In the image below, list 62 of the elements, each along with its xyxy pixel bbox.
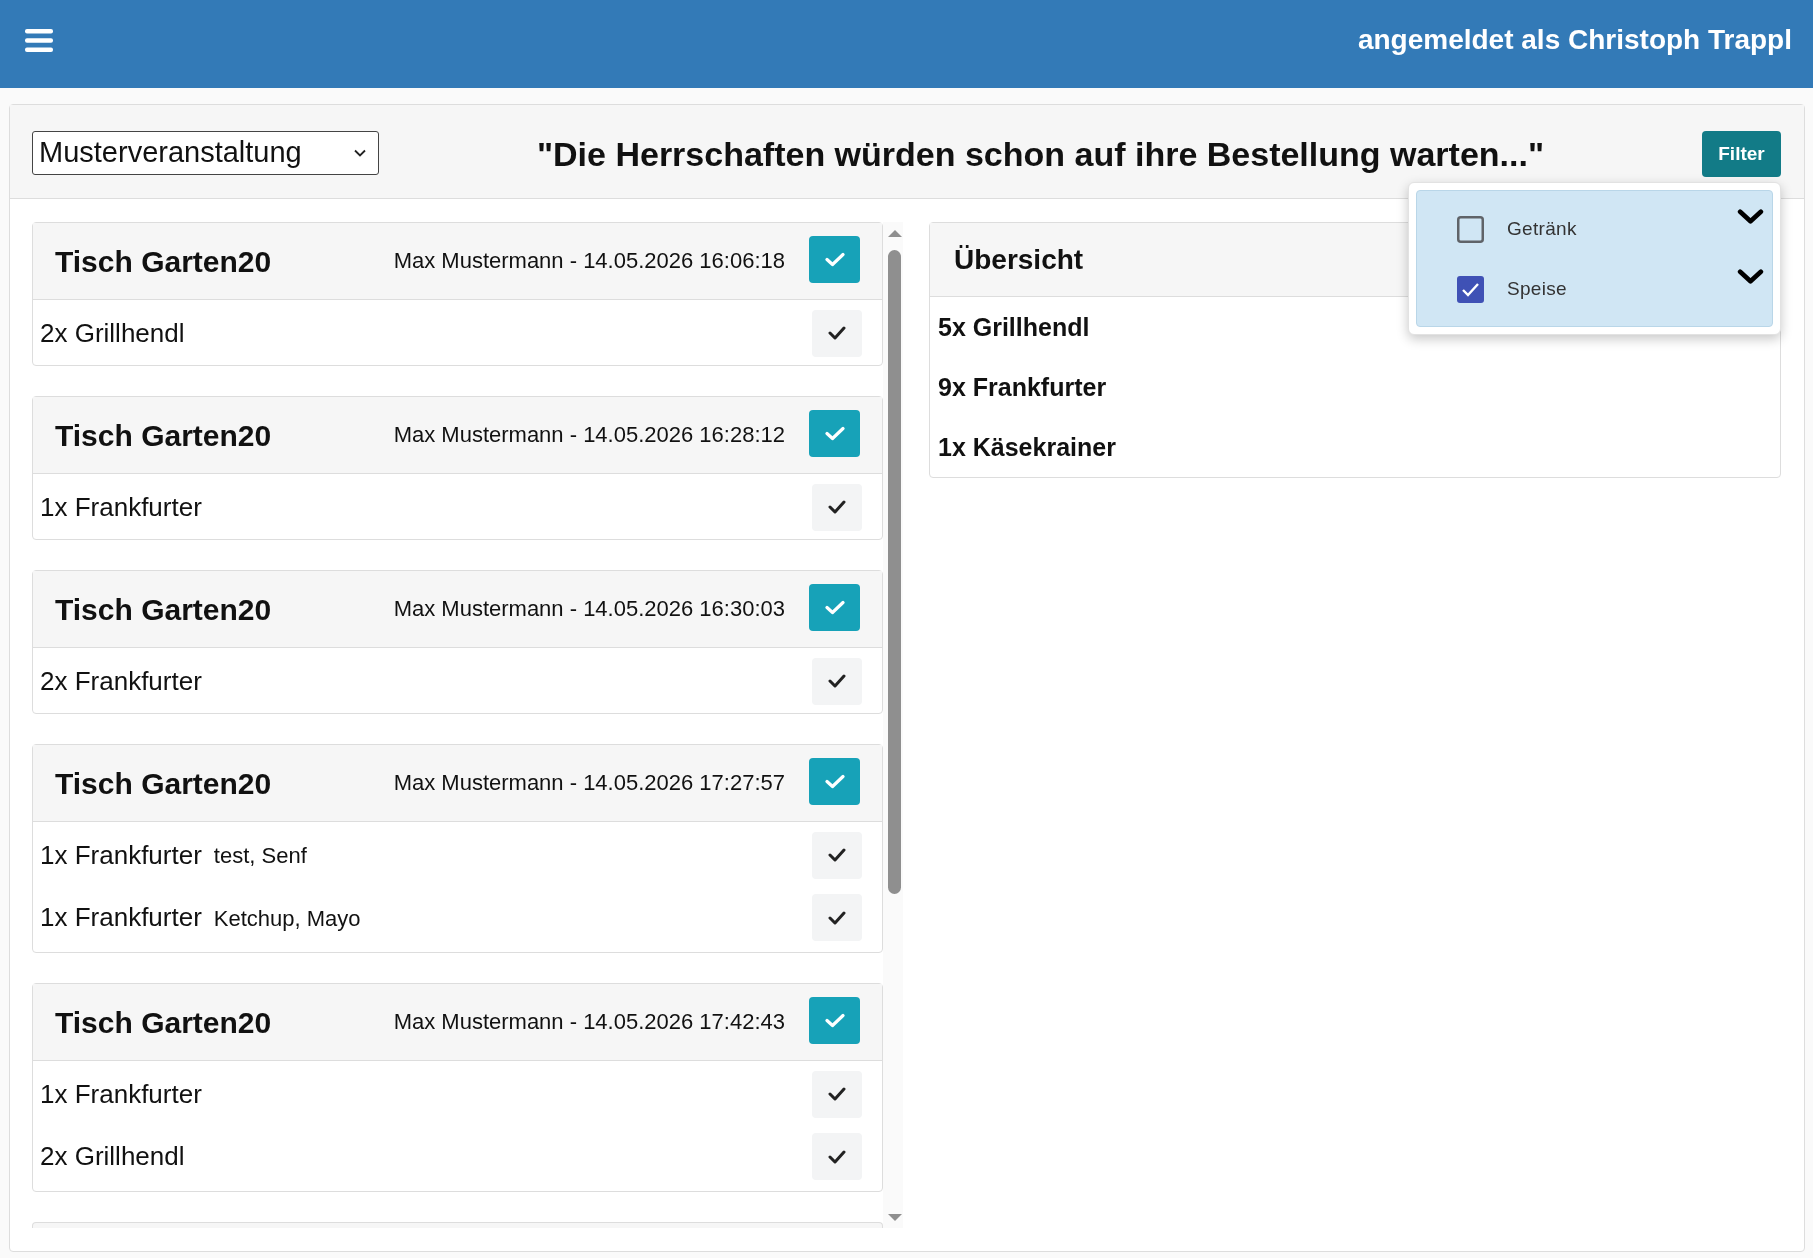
order-meta: Max Mustermann - 14.05.2026 16:28:12 (393, 422, 785, 448)
filter-button[interactable]: Filter (1702, 131, 1781, 177)
check-icon (828, 1087, 846, 1101)
menu-icon[interactable] (25, 28, 53, 52)
item-name: 1x Frankfurter (40, 1078, 202, 1110)
check-icon (828, 910, 846, 925)
checkbox[interactable] (1457, 275, 1484, 303)
item-note: Ketchup, Mayo (213, 905, 361, 932)
overview-item: 9x Frankfurter (938, 372, 1107, 402)
order-done-button[interactable] (809, 235, 860, 283)
item-done-button[interactable] (812, 1070, 862, 1118)
order-meta: Max Mustermann - 14.05.2026 16:30:03 (393, 596, 785, 622)
order-done-button[interactable] (809, 583, 860, 631)
order-done-button[interactable] (809, 757, 860, 805)
check-icon (828, 848, 846, 862)
check-icon (828, 1149, 846, 1164)
check-icon (828, 500, 846, 514)
item-done-button[interactable] (812, 894, 862, 941)
table-name: Tisch Garten20 (55, 593, 272, 627)
item-note: test, Senf (213, 843, 307, 869)
checkbox[interactable] (1457, 215, 1484, 243)
item-done-button[interactable] (812, 309, 862, 357)
page-title: "Die Herrschaften würden schon auf ihre Bestellung warten..." (536, 135, 1545, 174)
item-name: 1x Frankfurter (40, 902, 202, 933)
scroll-down-icon[interactable] (887, 1214, 902, 1222)
order-meta: Max Mustermann - 14.05.2026 17:27:57 (393, 770, 785, 796)
table-name: Tisch Garten20 (55, 1006, 272, 1040)
order-meta: Max Mustermann - 14.05.2026 17:42:43 (393, 1009, 785, 1035)
item-name: 2x Grillhendl (40, 1141, 185, 1172)
table-name: Tisch Garten20 (55, 245, 272, 279)
check-icon (824, 1012, 845, 1028)
item-done-button[interactable] (812, 657, 862, 705)
table-name: Tisch Garten20 (55, 419, 272, 453)
filter-option-label: Speise (1507, 278, 1568, 300)
chevron-down-icon[interactable] (1737, 209, 1764, 225)
check-icon (824, 425, 845, 441)
item-name: 2x Frankfurter (40, 665, 202, 697)
scrollbar-thumb[interactable] (888, 250, 901, 894)
user-label: angemeldet als Christoph Trappl (1357, 24, 1792, 56)
item-done-button[interactable] (812, 831, 862, 879)
overview-item: 1x Käsekrainer (938, 432, 1116, 462)
item-name: 1x Frankfurter (40, 839, 202, 871)
overview-title: Übersicht (954, 243, 1084, 276)
filter-option-label: Getränk (1507, 218, 1578, 240)
order-done-button[interactable] (809, 409, 860, 457)
order-done-button[interactable] (809, 996, 860, 1044)
event-select[interactable]: Musterveranstaltung (32, 130, 379, 175)
chevron-down-icon[interactable] (1737, 269, 1764, 285)
scroll-up-icon[interactable] (887, 229, 902, 237)
check-icon (828, 326, 846, 340)
check-icon (824, 251, 845, 267)
table-name: Tisch Garten20 (55, 767, 272, 801)
caret-icon (354, 148, 366, 157)
item-name: 1x Frankfurter (40, 491, 202, 523)
overview-item: 5x Grillhendl (938, 312, 1090, 342)
check-icon (824, 599, 845, 615)
check-icon (828, 674, 846, 688)
check-icon (824, 773, 845, 789)
item-done-button[interactable] (812, 1133, 862, 1180)
order-meta: Max Mustermann - 14.05.2026 16:06:18 (393, 248, 785, 274)
item-name: 2x Grillhendl (40, 317, 185, 349)
item-done-button[interactable] (812, 483, 862, 531)
